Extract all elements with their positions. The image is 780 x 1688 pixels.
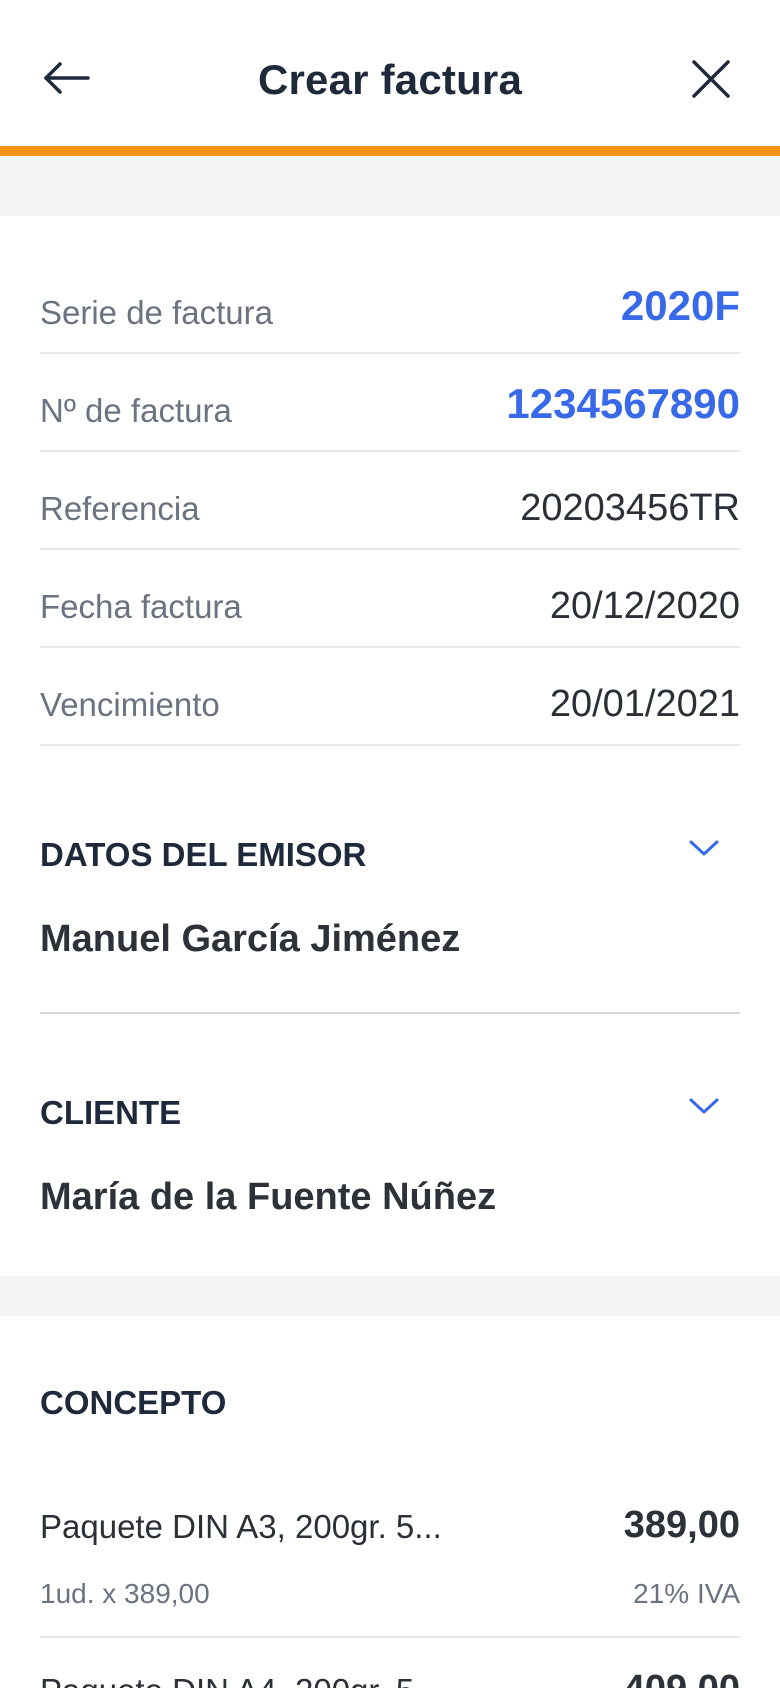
reference-label: Referencia bbox=[40, 490, 200, 527]
item-quantity-detail: 1ud. x 389,00 bbox=[40, 1578, 210, 1609]
invoice-details-card: Serie de factura 2020F Nº de factura 123… bbox=[0, 216, 780, 1276]
chevron-down-icon[interactable] bbox=[688, 1096, 720, 1116]
section-gap bbox=[0, 1276, 780, 1316]
item-divider bbox=[40, 1636, 740, 1638]
close-icon[interactable] bbox=[684, 52, 736, 104]
due-date-row[interactable]: Vencimiento 20/01/2021 bbox=[40, 648, 740, 746]
page-title: Crear factura bbox=[257, 56, 523, 103]
create-invoice-screen: Crear factura Serie de factura 2020F Nº … bbox=[0, 0, 780, 1688]
top-bar: Crear factura bbox=[0, 0, 780, 146]
issuer-name: Manuel García Jiménez bbox=[40, 918, 461, 960]
invoice-number-value[interactable]: 1234567890 bbox=[506, 380, 740, 428]
invoice-series-label: Serie de factura bbox=[40, 294, 273, 331]
item-price: 409,00 bbox=[624, 1668, 740, 1688]
section-gap bbox=[0, 156, 780, 216]
item-name: Paquete DIN A4, 200gr. 5... bbox=[40, 1672, 442, 1688]
invoice-date-label: Fecha factura bbox=[40, 588, 242, 625]
concept-section-title: CONCEPTO bbox=[40, 1384, 227, 1421]
invoice-series-value[interactable]: 2020F bbox=[621, 282, 740, 330]
header-accent-line bbox=[0, 146, 780, 156]
issuer-section-title: DATOS DEL EMISOR bbox=[40, 836, 367, 873]
reference-row[interactable]: Referencia 20203456TR bbox=[40, 452, 740, 550]
client-name: María de la Fuente Núñez bbox=[40, 1176, 497, 1218]
concept-card: CONCEPTO Paquete DIN A3, 200gr. 5... 389… bbox=[0, 1316, 780, 1688]
invoice-date-value[interactable]: 20/12/2020 bbox=[550, 585, 740, 628]
invoice-series-row[interactable]: Serie de factura 2020F bbox=[40, 256, 740, 354]
reference-value[interactable]: 20203456TR bbox=[520, 487, 740, 530]
client-section-title: CLIENTE bbox=[40, 1094, 182, 1131]
item-name: Paquete DIN A3, 200gr. 5... bbox=[40, 1508, 442, 1545]
item-price: 389,00 bbox=[623, 1504, 740, 1546]
item-tax: 21% IVA bbox=[633, 1578, 740, 1609]
due-date-value[interactable]: 20/01/2021 bbox=[550, 683, 740, 726]
invoice-date-row[interactable]: Fecha factura 20/12/2020 bbox=[40, 550, 740, 648]
due-date-label: Vencimiento bbox=[40, 686, 220, 723]
invoice-number-label: Nº de factura bbox=[40, 392, 232, 429]
issuer-divider bbox=[40, 1012, 740, 1014]
chevron-down-icon[interactable] bbox=[688, 838, 720, 858]
invoice-number-row[interactable]: Nº de factura 1234567890 bbox=[40, 354, 740, 452]
